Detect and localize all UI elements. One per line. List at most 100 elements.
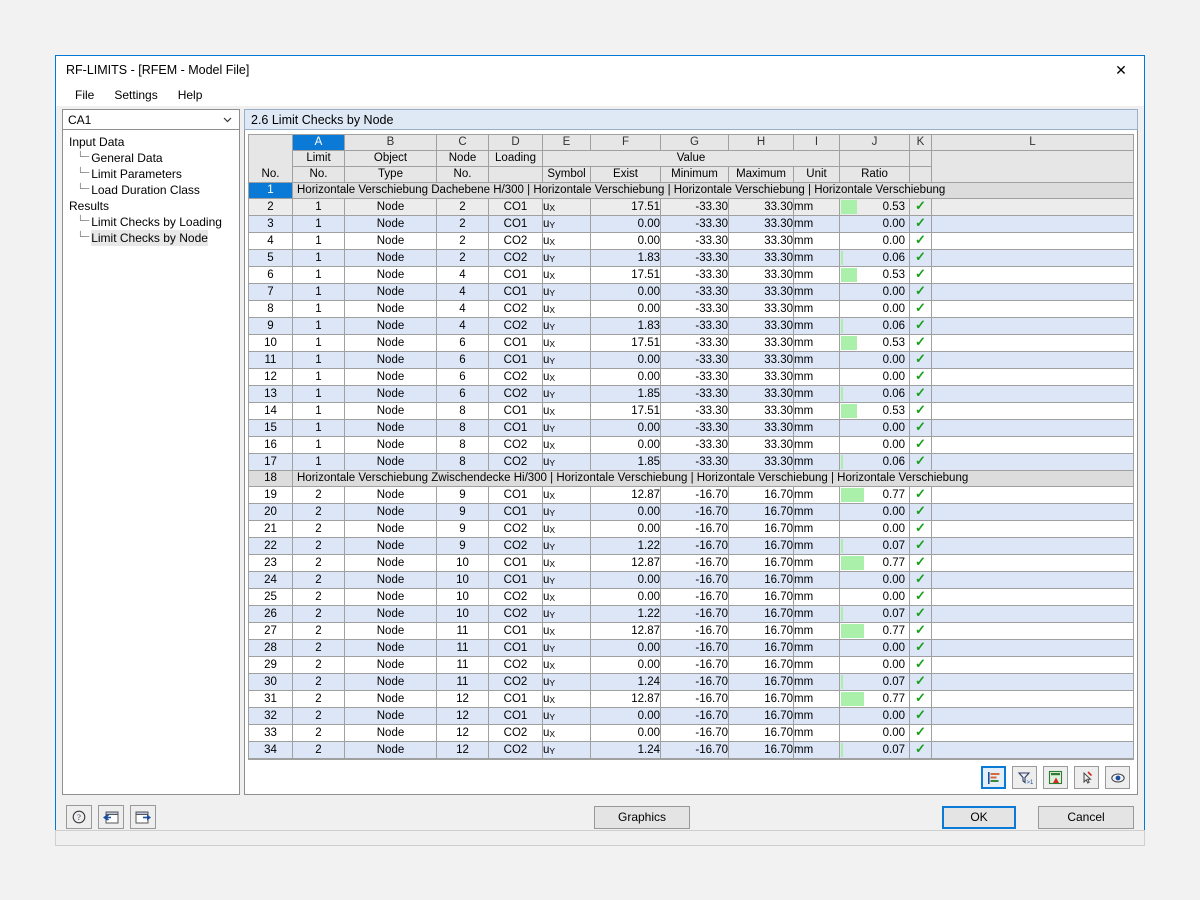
row-number[interactable]: 25 xyxy=(248,588,293,606)
row-number[interactable]: 32 xyxy=(248,707,293,725)
row-number[interactable]: 19 xyxy=(248,486,293,504)
row-number[interactable]: 33 xyxy=(248,724,293,742)
row-number[interactable]: 31 xyxy=(248,690,293,708)
table-section-row[interactable]: 18 Horizontale Verschiebung Zwischendecke… xyxy=(248,470,1134,487)
table-row[interactable]: 23 2 Node 10 CO1 uX 12.87 -16.70 16.70 mm 0.77 ✓ xyxy=(248,554,1134,572)
table-row[interactable]: 32 2 Node 12 CO1 uY 0.00 -16.70 16.70 mm 0.00 ✓ xyxy=(248,707,1134,725)
help-question-icon[interactable]: ? xyxy=(66,805,92,829)
next-arrow-icon[interactable] xyxy=(130,805,156,829)
col-letter-b[interactable]: B xyxy=(344,134,437,151)
row-number[interactable]: 15 xyxy=(248,419,293,437)
table-row[interactable]: 29 2 Node 11 CO2 uX 0.00 -16.70 16.70 mm 0.00 ✓ xyxy=(248,656,1134,674)
col-letter-a[interactable]: A xyxy=(292,134,345,151)
col-letter-f[interactable]: F xyxy=(590,134,661,151)
row-number[interactable]: 30 xyxy=(248,673,293,691)
table-row[interactable]: 30 2 Node 11 CO2 uY 1.24 -16.70 16.70 mm 0.07 ✓ xyxy=(248,673,1134,691)
row-number[interactable]: 2 xyxy=(248,198,293,216)
table-section-row[interactable]: 1 Horizontale Verschiebung Dachebene H/30… xyxy=(248,182,1134,199)
table-row[interactable]: 22 2 Node 9 CO2 uY 1.22 -16.70 16.70 mm 0.07 ✓ xyxy=(248,537,1134,555)
table-row[interactable]: 28 2 Node 11 CO1 uY 0.00 -16.70 16.70 mm 0.00 ✓ xyxy=(248,639,1134,657)
menu-item-help[interactable]: Help xyxy=(169,86,212,104)
table-row[interactable]: 12 1 Node 6 CO2 uX 0.00 -33.30 33.30 mm 0.00 ✓ xyxy=(248,368,1134,386)
row-number[interactable]: 29 xyxy=(248,656,293,674)
table-row[interactable]: 33 2 Node 12 CO2 uX 0.00 -16.70 16.70 mm 0.00 ✓ xyxy=(248,724,1134,742)
row-number[interactable]: 23 xyxy=(248,554,293,572)
row-number[interactable]: 24 xyxy=(248,571,293,589)
ok-button[interactable]: OK xyxy=(942,805,1016,829)
result-bars-icon[interactable] xyxy=(981,766,1006,789)
menu-item-file[interactable]: File xyxy=(66,86,103,104)
row-number[interactable]: 11 xyxy=(248,351,293,369)
table-row[interactable]: 20 2 Node 9 CO1 uY 0.00 -16.70 16.70 mm 0.00 ✓ xyxy=(248,503,1134,521)
col-letter-j[interactable]: J xyxy=(839,134,910,151)
table-row[interactable]: 31 2 Node 12 CO1 uX 12.87 -16.70 16.70 mm 0.77 ✓ xyxy=(248,690,1134,708)
col-letter-k[interactable]: K xyxy=(909,134,932,151)
tree-item-load-duration-class[interactable]: └─ Load Duration Class xyxy=(67,182,239,198)
case-select[interactable]: CA1 xyxy=(62,109,240,130)
row-number[interactable]: 34 xyxy=(248,741,293,759)
row-number[interactable]: 5 xyxy=(248,249,293,267)
table-row[interactable]: 2 1 Node 2 CO1 uX 17.51 -33.30 33.30 mm 0.53 ✓ xyxy=(248,198,1134,216)
table-row[interactable]: 9 1 Node 4 CO2 uY 1.83 -33.30 33.30 mm 0.06 ✓ xyxy=(248,317,1134,335)
table-row[interactable]: 6 1 Node 4 CO1 uX 17.51 -33.30 33.30 mm 0.53 ✓ xyxy=(248,266,1134,284)
view-eye-icon[interactable] xyxy=(1105,766,1130,789)
col-letter-h[interactable]: H xyxy=(728,134,794,151)
row-number[interactable]: 10 xyxy=(248,334,293,352)
tree-item-limit-parameters[interactable]: └─ Limit Parameters xyxy=(67,166,239,182)
row-number[interactable]: 8 xyxy=(248,300,293,318)
table-row[interactable]: 27 2 Node 11 CO1 uX 12.87 -16.70 16.70 mm 0.77 ✓ xyxy=(248,622,1134,640)
table-row[interactable]: 7 1 Node 4 CO1 uY 0.00 -33.30 33.30 mm 0.00 ✓ xyxy=(248,283,1134,301)
table-row[interactable]: 17 1 Node 8 CO2 uY 1.85 -33.30 33.30 mm 0.06 ✓ xyxy=(248,453,1134,471)
table-row[interactable]: 10 1 Node 6 CO1 uX 17.51 -33.30 33.30 mm 0.53 ✓ xyxy=(248,334,1134,352)
table-row[interactable]: 15 1 Node 8 CO1 uY 0.00 -33.30 33.30 mm 0.00 ✓ xyxy=(248,419,1134,437)
previous-arrow-icon[interactable] xyxy=(98,805,124,829)
row-number[interactable]: 20 xyxy=(248,503,293,521)
table-row[interactable]: 26 2 Node 10 CO2 uY 1.22 -16.70 16.70 mm 0.07 ✓ xyxy=(248,605,1134,623)
row-number[interactable]: 18 xyxy=(248,470,293,487)
row-number[interactable]: 4 xyxy=(248,232,293,250)
cancel-button[interactable]: Cancel xyxy=(1038,805,1134,829)
select-pin-icon[interactable] xyxy=(1074,766,1099,789)
tree-group-input-data[interactable]: Input Data xyxy=(67,134,239,150)
row-number[interactable]: 27 xyxy=(248,622,293,640)
row-number[interactable]: 7 xyxy=(248,283,293,301)
table-row[interactable]: 11 1 Node 6 CO1 uY 0.00 -33.30 33.30 mm 0.00 ✓ xyxy=(248,351,1134,369)
menu-item-settings[interactable]: Settings xyxy=(105,86,166,104)
tree-item-general-data[interactable]: └─ General Data xyxy=(67,150,239,166)
tree-item-limit-checks-by-loading[interactable]: └─ Limit Checks by Loading xyxy=(67,214,239,230)
row-number[interactable]: 1 xyxy=(248,182,293,199)
col-letter-l[interactable]: L xyxy=(931,134,1134,151)
close-icon[interactable]: ✕ xyxy=(1098,56,1144,84)
col-letter-i[interactable]: I xyxy=(793,134,840,151)
table-row[interactable]: 25 2 Node 10 CO2 uX 0.00 -16.70 16.70 mm 0.00 ✓ xyxy=(248,588,1134,606)
table-row[interactable]: 14 1 Node 8 CO1 uX 17.51 -33.30 33.30 mm 0.53 ✓ xyxy=(248,402,1134,420)
row-number[interactable]: 14 xyxy=(248,402,293,420)
tree-group-results[interactable]: Results xyxy=(67,198,239,214)
row-number[interactable]: 3 xyxy=(248,215,293,233)
graphics-button[interactable]: Graphics xyxy=(594,805,690,829)
table-row[interactable]: 3 1 Node 2 CO1 uY 0.00 -33.30 33.30 mm 0.00 ✓ xyxy=(248,215,1134,233)
row-number[interactable]: 12 xyxy=(248,368,293,386)
tree-item-limit-checks-by-node[interactable]: └─ Limit Checks by Node xyxy=(67,230,239,246)
table-row[interactable]: 24 2 Node 10 CO1 uY 0.00 -16.70 16.70 mm 0.00 ✓ xyxy=(248,571,1134,589)
table-row[interactable]: 21 2 Node 9 CO2 uX 0.00 -16.70 16.70 mm 0.00 ✓ xyxy=(248,520,1134,538)
row-number[interactable]: 22 xyxy=(248,537,293,555)
table-row[interactable]: 19 2 Node 9 CO1 uX 12.87 -16.70 16.70 mm 0.77 ✓ xyxy=(248,486,1134,504)
col-letter-e[interactable]: E xyxy=(542,134,591,151)
table-row[interactable]: 16 1 Node 8 CO2 uX 0.00 -33.30 33.30 mm 0.00 ✓ xyxy=(248,436,1134,454)
filter-icon[interactable]: >1 xyxy=(1012,766,1037,789)
table-row[interactable]: 8 1 Node 4 CO2 uX 0.00 -33.30 33.30 mm 0.00 ✓ xyxy=(248,300,1134,318)
table-row[interactable]: 34 2 Node 12 CO2 uY 1.24 -16.70 16.70 mm 0.07 ✓ xyxy=(248,741,1134,759)
table-row[interactable]: 5 1 Node 2 CO2 uY 1.83 -33.30 33.30 mm 0.06 ✓ xyxy=(248,249,1134,267)
row-number[interactable]: 21 xyxy=(248,520,293,538)
col-letter-g[interactable]: G xyxy=(660,134,729,151)
row-number[interactable]: 28 xyxy=(248,639,293,657)
row-number[interactable]: 9 xyxy=(248,317,293,335)
row-number[interactable]: 6 xyxy=(248,266,293,284)
col-letter-d[interactable]: D xyxy=(488,134,543,151)
row-number[interactable]: 17 xyxy=(248,453,293,471)
table-row[interactable]: 13 1 Node 6 CO2 uY 1.85 -33.30 33.30 mm 0.06 ✓ xyxy=(248,385,1134,403)
col-letter-c[interactable]: C xyxy=(436,134,489,151)
row-number[interactable]: 16 xyxy=(248,436,293,454)
table-row[interactable]: 4 1 Node 2 CO2 uX 0.00 -33.30 33.30 mm 0.00 ✓ xyxy=(248,232,1134,250)
